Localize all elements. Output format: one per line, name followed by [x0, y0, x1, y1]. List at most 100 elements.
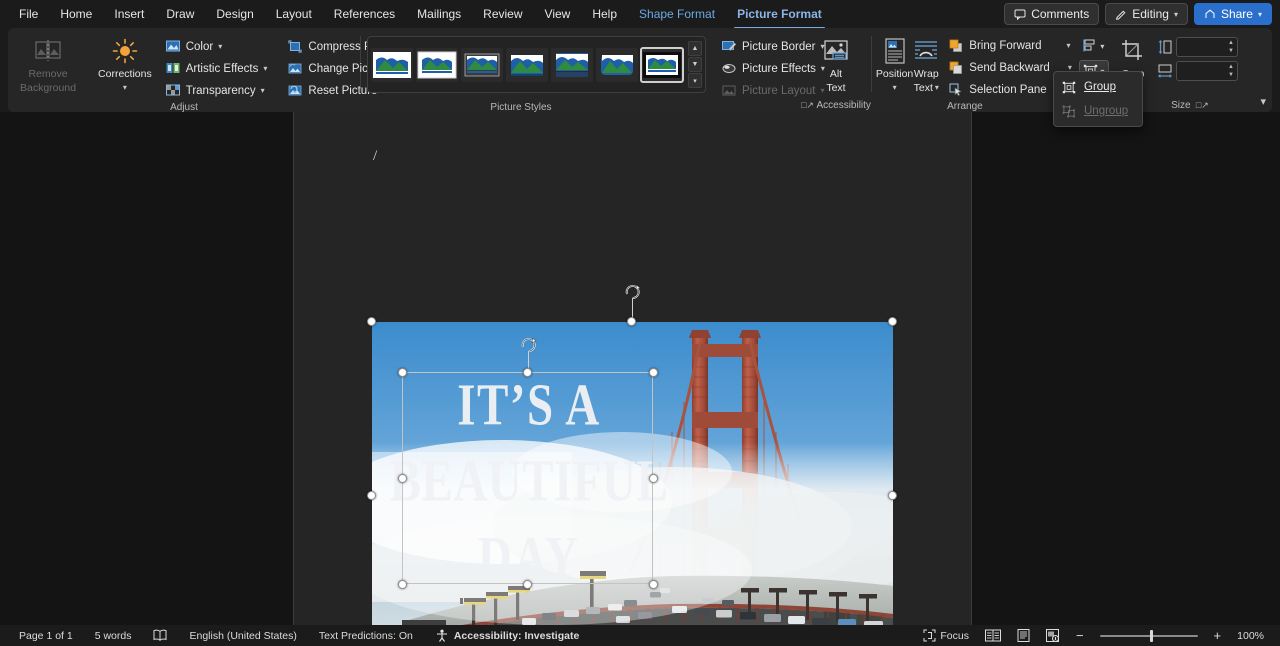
stepper-arrows[interactable]: ▲ ▼	[1228, 63, 1234, 79]
tab-view[interactable]: View	[534, 2, 582, 26]
focus-icon	[923, 629, 936, 642]
color-icon	[165, 39, 181, 55]
chevron-down-icon[interactable]: ▾	[893, 82, 897, 94]
menu-item-group[interactable]: Group	[1054, 75, 1142, 99]
remove-background-button[interactable]: Remove Background	[20, 32, 76, 94]
size-dialog-launcher[interactable]: □↗	[1193, 100, 1209, 110]
gallery-scroll-up-button[interactable]: ▲	[687, 41, 702, 56]
artistic-effects-label: Artistic Effects	[185, 62, 259, 75]
resize-handle-ml[interactable]	[367, 491, 376, 500]
picture-style-2[interactable]	[460, 47, 503, 82]
stepper-up-icon[interactable]: ▲	[1228, 39, 1234, 47]
language-indicator[interactable]: English (United States)	[178, 630, 307, 642]
page-indicator[interactable]: Page 1 of 1	[8, 630, 84, 642]
comments-label: Comments	[1031, 7, 1090, 21]
document-canvas[interactable]: / IT’S A BEAUTIFUL DAY	[0, 112, 1280, 646]
focus-button[interactable]: Focus	[915, 629, 977, 642]
comments-button[interactable]: Comments	[1004, 3, 1100, 25]
collapse-ribbon-button[interactable]: ▾	[1260, 95, 1266, 108]
read-mode-icon	[984, 629, 1001, 642]
accessibility-indicator[interactable]: Accessibility: Investigate	[424, 629, 590, 642]
zoom-slider-thumb[interactable]	[1149, 629, 1153, 642]
change-picture-icon	[287, 61, 303, 77]
chevron-down-icon[interactable]: ▾	[123, 82, 127, 94]
chevron-down-icon[interactable]: ▾	[218, 42, 222, 51]
chevron-down-icon: ▾	[1257, 9, 1262, 19]
chevron-down-icon[interactable]: ▾	[263, 64, 267, 73]
chevron-down-icon[interactable]: ▾	[261, 86, 265, 95]
chevron-down-icon[interactable]: ▾	[1067, 41, 1071, 50]
transparency-button[interactable]: Transparency ▾	[160, 80, 273, 101]
zoom-level[interactable]: 100%	[1229, 630, 1272, 642]
tab-home[interactable]: Home	[49, 2, 103, 26]
stepper-down-icon[interactable]: ▼	[1228, 47, 1234, 55]
word-count[interactable]: 5 words	[84, 630, 143, 642]
picture-styles-gallery[interactable]: ▲ ▼ ▾	[366, 36, 706, 93]
picture-style-0[interactable]	[370, 47, 413, 82]
tab-references[interactable]: References	[323, 2, 406, 26]
proofing-icon[interactable]	[142, 629, 178, 642]
gallery-scroll-down-button[interactable]: ▼	[687, 57, 702, 72]
menu-item-ungroup[interactable]: Ungroup	[1054, 99, 1142, 123]
print-layout-button[interactable]	[1009, 629, 1038, 642]
wrap-text-button[interactable]: Wrap Text ▾	[913, 32, 939, 94]
picture-style-5[interactable]	[595, 47, 638, 82]
resize-handle-tl[interactable]	[367, 317, 376, 326]
editing-label: Editing	[1132, 7, 1169, 21]
status-bar: Page 1 of 1 5 words English (United Stat…	[0, 625, 1280, 646]
tab-draw[interactable]: Draw	[155, 2, 205, 26]
chevron-down-icon[interactable]: ▾	[935, 82, 939, 94]
tab-picture-format[interactable]: Picture Format	[726, 2, 833, 29]
corrections-button[interactable]: Corrections ▾	[98, 32, 152, 94]
bring-forward-button[interactable]: Bring Forward ▾	[943, 35, 1077, 56]
zoom-in-button[interactable]: +	[1206, 628, 1230, 643]
tab-file[interactable]: File	[8, 2, 49, 26]
tab-help[interactable]: Help	[581, 2, 628, 26]
zoom-slider[interactable]	[1092, 629, 1206, 642]
stepper-up-icon[interactable]: ▲	[1228, 63, 1234, 71]
resize-handle-tr[interactable]	[888, 317, 897, 326]
picture-style-3[interactable]	[505, 47, 548, 82]
rotate-handle-picture[interactable]	[623, 283, 641, 301]
position-icon	[883, 36, 907, 66]
web-layout-button[interactable]	[1038, 629, 1068, 642]
shape-width-input[interactable]: ▲ ▼	[1175, 61, 1238, 81]
color-button[interactable]: Color ▾	[160, 36, 273, 57]
tab-review[interactable]: Review	[472, 2, 533, 26]
shape-width-icon	[1157, 64, 1172, 78]
picture-selection-frame[interactable]	[367, 284, 897, 646]
adjust-commands-column-1: Color ▾ Artistic Effects ▾ Transparency …	[160, 36, 273, 101]
picture-layout-icon	[721, 83, 737, 99]
text-predictions-indicator[interactable]: Text Predictions: On	[308, 630, 424, 642]
alt-text-label-2: Text	[826, 82, 846, 94]
picture-style-6[interactable]	[639, 46, 684, 83]
position-button[interactable]: Position ▾	[876, 32, 913, 94]
shape-height-row: ▲ ▼	[1158, 37, 1238, 57]
editing-button[interactable]: Editing ▾	[1105, 3, 1188, 25]
alt-text-button[interactable]: Alt Text	[805, 32, 867, 94]
ungroup-icon	[1061, 103, 1077, 119]
resize-handle-tc[interactable]	[627, 317, 636, 326]
share-button[interactable]: Share ▾	[1193, 3, 1272, 25]
tab-insert[interactable]: Insert	[103, 2, 155, 26]
picture-style-1[interactable]	[415, 47, 458, 82]
tab-mailings[interactable]: Mailings	[406, 2, 472, 26]
zoom-slider-track[interactable]	[1099, 629, 1198, 642]
accessibility-dialog-launcher[interactable]: □↗	[801, 100, 816, 110]
stepper-down-icon[interactable]: ▼	[1228, 71, 1234, 79]
gallery-more-button[interactable]: ▾	[687, 73, 702, 88]
size-fields: ▲ ▼ ▲ ▼	[1157, 37, 1238, 84]
shape-height-input[interactable]: ▲ ▼	[1175, 37, 1238, 57]
resize-handle-mr[interactable]	[888, 491, 897, 500]
artistic-effects-button[interactable]: Artistic Effects ▾	[160, 58, 273, 79]
crop-icon	[1121, 36, 1145, 66]
tab-layout[interactable]: Layout	[265, 2, 323, 26]
stepper-arrows[interactable]: ▲ ▼	[1228, 39, 1234, 55]
read-mode-button[interactable]	[977, 629, 1009, 642]
tab-design[interactable]: Design	[205, 2, 264, 26]
transparency-label: Transparency	[185, 84, 256, 97]
picture-style-4[interactable]	[550, 47, 593, 82]
tab-shape-format[interactable]: Shape Format	[628, 2, 726, 26]
zoom-out-button[interactable]: −	[1068, 628, 1092, 643]
selection-pane-icon	[948, 82, 964, 98]
